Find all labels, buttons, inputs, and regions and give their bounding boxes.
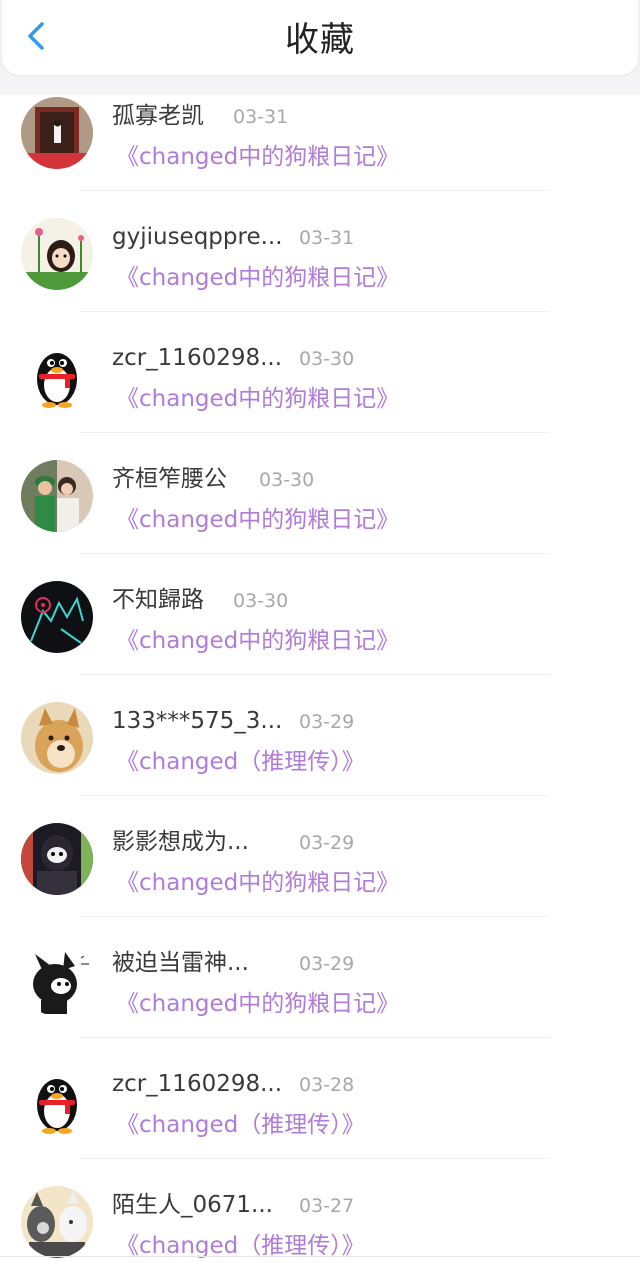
work-title-link[interactable]: 《changed（推理传）》	[116, 1109, 365, 1141]
work-title-link[interactable]: 《changed（推理传）》	[116, 746, 365, 778]
qq-penguin-avatar-icon	[21, 1065, 93, 1137]
work-title-link[interactable]: 《changed中的狗粮日记》	[116, 988, 399, 1020]
list-item[interactable]: 孤寡老凯 03-31 《changed中的狗粮日记》	[0, 95, 640, 191]
row-divider	[80, 432, 550, 433]
user-name[interactable]: gyjiuseqppre...	[112, 222, 283, 252]
row-divider	[80, 916, 550, 917]
list-item[interactable]: 133***575_3... 03-29 《changed（推理传）》	[0, 676, 640, 796]
user-avatar[interactable]	[21, 823, 93, 895]
list-item[interactable]: gyjiuseqppre... 03-31 《changed中的狗粮日记》	[0, 192, 640, 312]
user-name[interactable]: 不知歸路	[112, 585, 204, 615]
list-item[interactable]: zcr_1160298... 03-30 《changed中的狗粮日记》	[0, 313, 640, 433]
user-avatar[interactable]	[21, 581, 93, 653]
user-avatar[interactable]	[21, 944, 93, 1016]
list-item[interactable]: 被迫当雷神... 03-29 《changed中的狗粮日记》	[0, 918, 640, 1038]
favorite-date: 03-27	[299, 1195, 355, 1217]
user-avatar[interactable]	[21, 1065, 93, 1137]
user-avatar[interactable]	[21, 460, 93, 532]
row-divider	[80, 674, 550, 675]
photo-two-people-avatar-icon	[21, 460, 93, 532]
work-title-link[interactable]: 《changed（推理传）》	[116, 1230, 365, 1262]
page-title: 收藏	[285, 20, 355, 60]
user-avatar[interactable]	[21, 218, 93, 290]
favorites-screen: 收藏 孤寡老凯 03-31 《changed中的狗粮日记》 gyjiuseqpp…	[0, 0, 640, 1262]
masked-character-avatar-icon	[21, 823, 93, 895]
favorite-date: 03-31	[299, 227, 355, 249]
work-title-link[interactable]: 《changed中的狗粮日记》	[116, 625, 399, 657]
user-avatar[interactable]	[21, 339, 93, 411]
dark-creature-avatar-icon	[21, 581, 93, 653]
top-bar: 收藏	[0, 0, 640, 95]
user-name[interactable]: 孤寡老凯	[112, 101, 204, 131]
row-divider	[80, 795, 550, 796]
work-title-link[interactable]: 《changed中的狗粮日记》	[116, 504, 399, 536]
list-item[interactable]: 影影想成为... 03-29 《changed中的狗粮日记》	[0, 797, 640, 917]
cartoon-girl-flowers-avatar-icon	[21, 218, 93, 290]
favorite-date: 03-30	[259, 469, 315, 491]
user-avatar[interactable]	[21, 97, 93, 169]
work-title-link[interactable]: 《changed中的狗粮日记》	[116, 383, 399, 415]
list-item[interactable]: 陌生人_0671... 03-27 《changed（推理传）》	[0, 1160, 640, 1262]
user-name[interactable]: 齐桓笮腰公	[112, 464, 227, 494]
bottom-divider	[0, 1256, 640, 1257]
user-name[interactable]: 被迫当雷神...	[112, 948, 249, 978]
user-name[interactable]: 133***575_3...	[112, 706, 282, 736]
favorites-list[interactable]: 孤寡老凯 03-31 《changed中的狗粮日记》 gyjiuseqppre.…	[0, 95, 640, 1262]
doge-avatar-icon	[21, 702, 93, 774]
user-name[interactable]: zcr_1160298...	[112, 1069, 282, 1099]
black-wolf-avatar-icon	[21, 944, 93, 1016]
favorite-date: 03-30	[233, 590, 289, 612]
row-divider	[80, 553, 550, 554]
favorite-date: 03-29	[299, 953, 355, 975]
wolf-pair-avatar-icon	[21, 1186, 93, 1258]
favorite-date: 03-29	[299, 832, 355, 854]
row-divider	[80, 190, 550, 191]
work-title-link[interactable]: 《changed中的狗粮日记》	[116, 867, 399, 899]
user-avatar[interactable]	[21, 1186, 93, 1258]
user-name[interactable]: 陌生人_0671...	[112, 1190, 273, 1220]
list-item[interactable]: zcr_1160298... 03-28 《changed（推理传）》	[0, 1039, 640, 1159]
favorite-date: 03-31	[233, 106, 289, 128]
favorite-date: 03-28	[299, 1074, 355, 1096]
favorite-date: 03-29	[299, 711, 355, 733]
user-avatar[interactable]	[21, 702, 93, 774]
list-item[interactable]: 不知歸路 03-30 《changed中的狗粮日记》	[0, 555, 640, 675]
row-divider	[80, 1158, 550, 1159]
work-title-link[interactable]: 《changed中的狗粮日记》	[116, 262, 399, 294]
row-divider	[80, 311, 550, 312]
row-divider	[80, 1037, 550, 1038]
qq-penguin-avatar-icon	[21, 339, 93, 411]
user-name[interactable]: zcr_1160298...	[112, 343, 282, 373]
favorite-date: 03-30	[299, 348, 355, 370]
work-title-link[interactable]: 《changed中的狗粮日记》	[116, 141, 399, 173]
user-name[interactable]: 影影想成为...	[112, 827, 249, 857]
list-item[interactable]: 齐桓笮腰公 03-30 《changed中的狗粮日记》	[0, 434, 640, 554]
photo-doorway-avatar-icon	[21, 97, 93, 169]
header: 收藏	[2, 0, 638, 75]
